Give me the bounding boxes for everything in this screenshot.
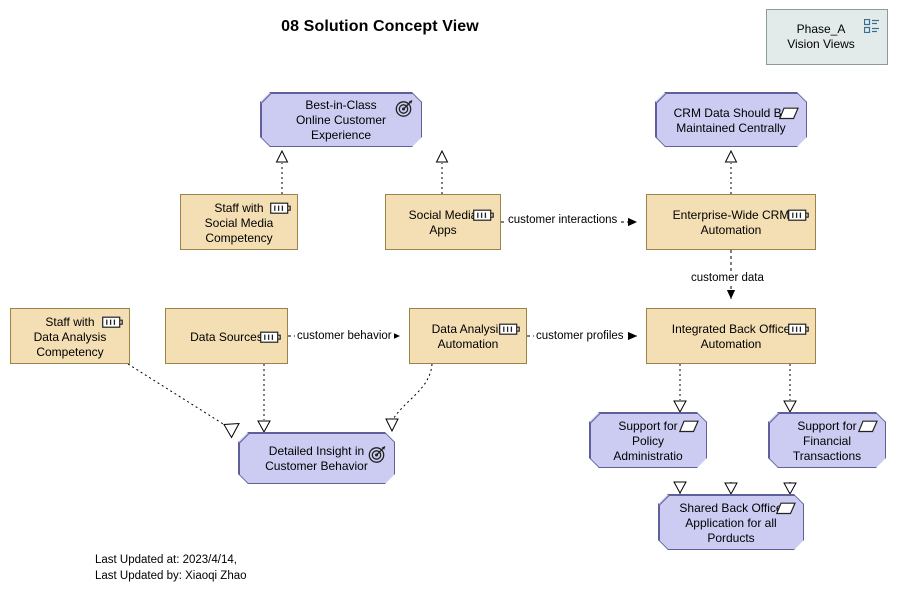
edge-label-customer-data: customer data (689, 272, 766, 284)
resource-battery-icon (260, 331, 282, 348)
principle-parallelogram-icon (776, 502, 796, 519)
node-detailed-insight[interactable]: Detailed Insight in Customer Behavior (238, 432, 395, 484)
edge-back-office-to-financial-support (783, 364, 797, 414)
resource-battery-icon (499, 323, 521, 340)
principle-parallelogram-icon (779, 107, 799, 124)
resource-battery-icon (473, 209, 495, 226)
edge-social-apps-to-best-in-class (435, 149, 449, 194)
phase-legend-line1: Phase_A (796, 22, 846, 36)
node-best-in-class[interactable]: Best-in-Class Online Customer Experience (260, 92, 422, 147)
edge-staff-social-to-best-in-class (275, 149, 289, 194)
node-enterprise-crm-automation[interactable]: Enterprise-Wide CRM Automation (646, 194, 816, 250)
edge-label-customer-profiles: customer profiles (534, 330, 626, 342)
phase-legend-box: Phase_A Vision Views (766, 9, 888, 65)
edge-data-sources-to-insight (257, 364, 271, 434)
principle-parallelogram-icon (858, 420, 878, 437)
node-integrated-back-office[interactable]: Integrated Back Office Automation (646, 308, 816, 364)
node-social-media-apps[interactable]: Social Media Apps (385, 194, 501, 250)
edge-staff-data-analysis-to-insight (127, 363, 240, 439)
node-staff-social-media[interactable]: Staff with Social Media Competency (180, 194, 298, 250)
node-data-analysis-automation[interactable]: Data Analysis Automation (409, 308, 527, 364)
edge-shared-app-to-back-office (724, 482, 738, 496)
diagram-canvas: 08 Solution Concept View Phase_A Vision … (0, 0, 897, 606)
node-data-sources[interactable]: Data Sources (165, 308, 288, 364)
last-updated-footer: Last Updated at: 2023/4/14, Last Updated… (95, 554, 247, 582)
edge-back-office-to-policy-support (673, 364, 687, 414)
goal-target-icon (395, 99, 414, 121)
resource-battery-icon (270, 202, 292, 219)
resource-battery-icon (102, 316, 124, 333)
edge-crm-automation-to-crm-principle (724, 149, 738, 194)
node-crm-data-central[interactable]: CRM Data Should Be Maintained Centrally (655, 92, 807, 147)
node-staff-data-analysis[interactable]: Staff with Data Analysis Competency (10, 308, 130, 364)
edge-shared-app-to-financial-support (783, 482, 797, 496)
phase-legend-line2: Vision Views (787, 37, 855, 51)
principle-parallelogram-icon (679, 420, 699, 437)
edge-label-customer-behavior: customer behavior (295, 330, 394, 342)
edge-label-customer-interactions: customer interactions (506, 214, 620, 226)
edge-shared-app-to-policy-support (673, 481, 687, 495)
page-title: 08 Solution Concept View (281, 18, 479, 35)
resource-battery-icon (788, 323, 810, 340)
view-list-icon (863, 18, 880, 38)
node-support-financial[interactable]: Support for Financial Transactions (768, 412, 886, 468)
node-support-policy-admin[interactable]: Support for Policy Administratio (589, 412, 707, 468)
resource-battery-icon (788, 209, 810, 226)
goal-target-icon (368, 445, 387, 467)
edge-data-analysis-to-insight (385, 363, 433, 433)
node-shared-back-office-app[interactable]: Shared Back Office Application for all P… (658, 494, 804, 550)
